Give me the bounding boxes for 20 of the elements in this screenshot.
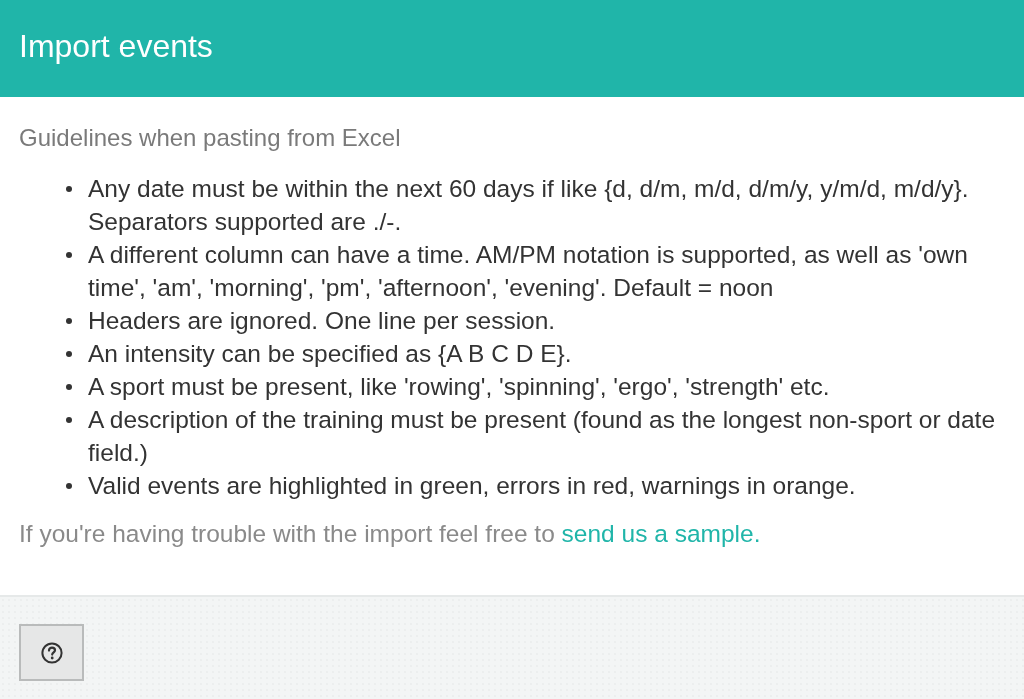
- guideline-text: A different column can have a time. AM/PM notation is supported, as well as 'own time', 'am', 'morning', 'pm', 'afternoon', 'evening'. Default = noon: [88, 241, 968, 301]
- help-button[interactable]: [19, 624, 84, 681]
- guideline-text: A sport must be present, like 'rowing', 'spinning', 'ergo', 'strength' etc.: [88, 373, 830, 400]
- guideline-text: An intensity can be specified as {A B C D E}.: [88, 340, 572, 367]
- help-icon: [40, 641, 63, 664]
- sample-link[interactable]: send us a sample.: [561, 520, 761, 547]
- guideline-text: Headers are ignored. One line per session.: [88, 307, 556, 334]
- guidelines-heading: Guidelines when pasting from Excel: [19, 123, 402, 153]
- guideline-text: Valid events are highlighted in green, errors in red, warnings in orange.: [88, 472, 856, 499]
- bullet-icon: [66, 417, 72, 423]
- bullet-icon: [66, 252, 72, 258]
- guideline-text: A description of the training must be present (found as the longest non-sport or date field.): [88, 406, 996, 466]
- bullet-icon: [66, 384, 72, 390]
- bullet-icon: [66, 318, 72, 324]
- dialog-title: Import events: [19, 27, 213, 66]
- bullet-icon: [66, 186, 72, 192]
- help-note: If you're having trouble with the import feel free to send us a sample.: [19, 519, 762, 549]
- bullet-icon: [66, 483, 72, 489]
- bullet-icon: [66, 351, 72, 357]
- guideline-text: Any date must be within the next 60 days if like {d, d/m, m/d, d/m/y, y/m/d, m/d/y}. Separators supported are ./-.: [88, 175, 969, 235]
